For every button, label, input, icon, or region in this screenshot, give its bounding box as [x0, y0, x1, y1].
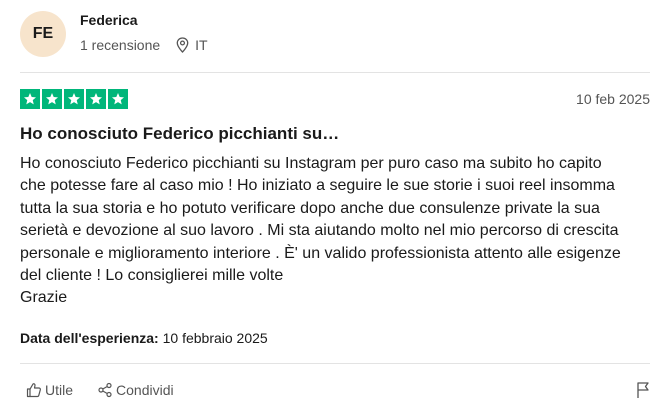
- star-icon: [108, 89, 128, 109]
- rating-row: 10 feb 2025: [20, 89, 650, 109]
- share-icon: [98, 382, 112, 398]
- report-button[interactable]: [636, 381, 650, 399]
- avatar-initials: FE: [32, 25, 54, 42]
- useful-label: Utile: [45, 382, 74, 398]
- review-date: 10 feb 2025: [576, 91, 650, 107]
- share-button[interactable]: Condividi: [97, 382, 174, 398]
- review-card: FE Federica 1 recensione IT 10 feb 2025 …: [0, 0, 668, 402]
- location-pin-icon: [176, 36, 189, 53]
- reviewer-info: Federica 1 recensione IT: [80, 12, 208, 53]
- useful-button[interactable]: Utile: [26, 382, 73, 398]
- flag-icon: [637, 382, 649, 398]
- review-actions: Utile Condividi: [26, 380, 650, 400]
- reviewer-meta: 1 recensione IT: [80, 37, 208, 53]
- share-label: Condividi: [116, 382, 174, 398]
- reviewer-name[interactable]: Federica: [80, 12, 208, 28]
- star-rating: [20, 89, 128, 109]
- star-icon: [86, 89, 106, 109]
- star-icon: [20, 89, 40, 109]
- experience-value: 10 febbraio 2025: [162, 330, 268, 346]
- footer-divider: [20, 363, 650, 364]
- star-icon: [64, 89, 84, 109]
- review-title[interactable]: Ho conosciuto Federico picchianti su…: [20, 124, 339, 144]
- experience-date: Data dell'esperienza: 10 febbraio 2025: [20, 330, 268, 346]
- avatar[interactable]: FE: [20, 11, 66, 57]
- reviewer-country: IT: [195, 36, 208, 53]
- thumbs-up-icon: [26, 383, 41, 398]
- reviewer-header: FE Federica 1 recensione IT: [20, 10, 208, 58]
- experience-label: Data dell'esperienza:: [20, 330, 159, 346]
- header-divider: [20, 72, 650, 73]
- review-body: Ho conosciuto Federico picchianti su Ins…: [20, 155, 621, 307]
- review-count: 1 recensione: [80, 36, 161, 53]
- star-icon: [42, 89, 62, 109]
